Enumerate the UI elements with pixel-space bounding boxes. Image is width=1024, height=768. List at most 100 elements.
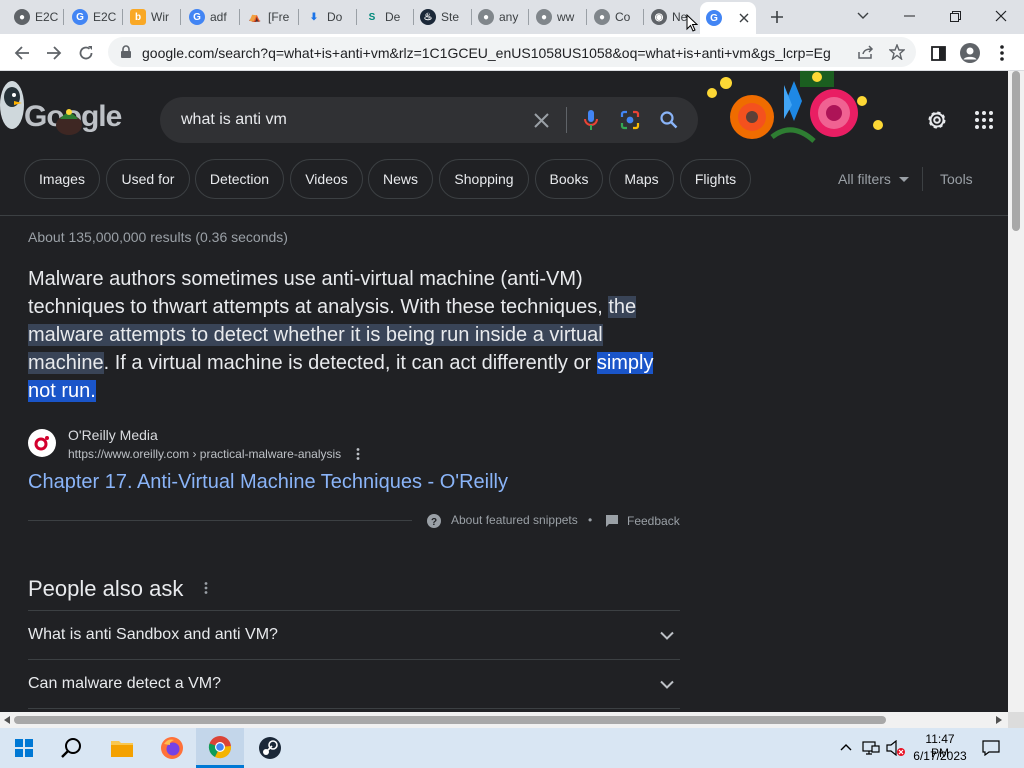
tools-button[interactable]: Tools	[940, 171, 973, 187]
vertical-scroll-thumb[interactable]	[1012, 71, 1020, 231]
share-icon[interactable]	[858, 45, 874, 59]
scroll-right-arrow-icon[interactable]	[996, 716, 1002, 724]
chip-shopping[interactable]: Shopping	[439, 159, 529, 199]
all-filters-button[interactable]: All filters	[838, 171, 909, 187]
search-results-page: Google what is anti vm Images Used for D…	[0, 71, 1008, 712]
horizontal-scroll-thumb[interactable]	[14, 716, 886, 724]
tab-6[interactable]: S De	[358, 4, 410, 30]
chevron-down-icon	[660, 631, 674, 640]
tab-0[interactable]: ● E2C	[8, 4, 58, 30]
paa-divider	[28, 708, 680, 709]
file-explorer-button[interactable]	[98, 728, 146, 768]
mouse-cursor-icon	[686, 14, 698, 32]
snippet-text-part1: Malware authors sometimes use anti-virtu…	[28, 268, 609, 318]
side-panel-button[interactable]	[924, 39, 952, 67]
firefox-button[interactable]	[148, 728, 196, 768]
chrome-icon: ◉	[651, 9, 667, 25]
search-input[interactable]: what is anti vm	[181, 111, 287, 129]
chip-maps[interactable]: Maps	[609, 159, 674, 199]
tab-10[interactable]: ● Co	[588, 4, 640, 30]
new-tab-button[interactable]	[766, 6, 788, 28]
scroll-left-arrow-icon[interactable]	[4, 716, 10, 724]
search-taskbar-button[interactable]	[48, 728, 96, 768]
close-window-button[interactable]	[978, 0, 1024, 32]
horizontal-scrollbar[interactable]	[0, 712, 1008, 728]
chrome-menu-button[interactable]	[988, 39, 1016, 67]
volume-muted-icon[interactable]	[886, 740, 906, 756]
chip-news[interactable]: News	[368, 159, 433, 199]
lens-camera-icon[interactable]	[620, 110, 640, 130]
chip-detection[interactable]: Detection	[195, 159, 284, 199]
lock-icon	[121, 45, 131, 58]
tab-4[interactable]: ⛺ [Fre	[241, 4, 297, 30]
tab-search-button[interactable]	[840, 0, 886, 32]
tools-divider	[922, 167, 923, 191]
steam-icon: ♨	[420, 9, 436, 25]
svg-text:?: ?	[431, 517, 437, 528]
about-featured-snippets-link[interactable]: About featured snippets	[451, 513, 578, 527]
chip-books[interactable]: Books	[535, 159, 603, 199]
tab-7[interactable]: ♨ Ste	[414, 4, 470, 30]
feedback-link[interactable]: Feedback	[627, 514, 680, 528]
forward-button[interactable]	[40, 39, 68, 67]
vertical-scrollbar[interactable]	[1008, 71, 1024, 712]
minimize-button[interactable]	[886, 0, 932, 32]
search-box[interactable]: what is anti vm	[160, 97, 698, 143]
start-button[interactable]	[0, 728, 48, 768]
network-icon[interactable]	[862, 740, 880, 756]
more-options-icon[interactable]	[356, 448, 360, 460]
tab-9[interactable]: ● ww	[530, 4, 584, 30]
tab-2[interactable]: b Wir	[124, 4, 176, 30]
google-apps-grid-icon[interactable]	[975, 111, 993, 129]
featured-snippet-text: Malware authors sometimes use anti-virtu…	[28, 265, 676, 405]
chip-used-for[interactable]: Used for	[106, 159, 190, 199]
tab-1[interactable]: G E2C	[66, 4, 118, 30]
browser-toolbar: google.com/search?q=what+is+anti+vm&rlz=…	[0, 34, 1024, 71]
tent-icon: ⛺	[248, 11, 262, 23]
back-button[interactable]	[8, 39, 36, 67]
paa-item[interactable]: What is anti Sandbox and anti VM?	[28, 610, 680, 659]
google-icon: G	[189, 9, 205, 25]
source-site-name[interactable]: O'Reilly Media	[68, 427, 158, 443]
chevron-down-icon	[857, 12, 869, 19]
tab-active[interactable]: G	[700, 2, 756, 34]
reload-button[interactable]	[72, 39, 100, 67]
globe-icon: ●	[536, 9, 552, 25]
profile-button[interactable]	[956, 39, 984, 67]
microphone-icon[interactable]	[584, 109, 598, 131]
search-icon[interactable]	[660, 111, 678, 129]
notifications-icon[interactable]	[982, 740, 1000, 756]
tab-5[interactable]: ⬇ Do	[300, 4, 352, 30]
header-divider	[0, 215, 1008, 216]
s-logo-icon: S	[368, 11, 376, 23]
chrome-icon	[208, 735, 232, 758]
paa-item[interactable]: Can malware detect a VM?	[28, 659, 680, 708]
chip-videos[interactable]: Videos	[290, 159, 363, 199]
folder-icon	[111, 741, 133, 757]
source-breadcrumb[interactable]: https://www.oreilly.com › practical-malw…	[68, 447, 341, 461]
settings-gear-icon[interactable]	[926, 109, 948, 131]
bookmark-star-icon[interactable]	[889, 44, 905, 60]
tab-8[interactable]: ● any	[472, 4, 526, 30]
clear-search-icon[interactable]	[534, 113, 549, 128]
firefox-icon	[161, 737, 183, 759]
chrome-taskbar-button[interactable]	[196, 728, 244, 768]
chevron-down-icon	[660, 680, 674, 689]
show-hidden-icons-icon[interactable]	[840, 743, 852, 751]
google-doodle-logo[interactable]: Google	[0, 71, 122, 141]
restore-icon	[949, 10, 961, 22]
dropdown-arrow-icon	[898, 176, 909, 182]
address-bar[interactable]: google.com/search?q=what+is+anti+vm&rlz=…	[108, 37, 916, 67]
steam-button[interactable]	[246, 728, 294, 768]
close-tab-icon[interactable]	[739, 13, 749, 23]
tab-3[interactable]: Gadf	[183, 4, 235, 30]
result-title-link[interactable]: Chapter 17. Anti-Virtual Machine Techniq…	[28, 471, 508, 494]
paa-more-icon[interactable]	[204, 582, 208, 594]
oreilly-logo-icon	[34, 436, 49, 451]
search-divider	[566, 107, 567, 133]
windows-logo-icon	[15, 739, 33, 757]
restore-button[interactable]	[932, 0, 978, 32]
chip-images[interactable]: Images	[24, 159, 100, 199]
chip-flights[interactable]: Flights	[680, 159, 751, 199]
clock-date[interactable]: 6/17/2023	[910, 749, 970, 763]
